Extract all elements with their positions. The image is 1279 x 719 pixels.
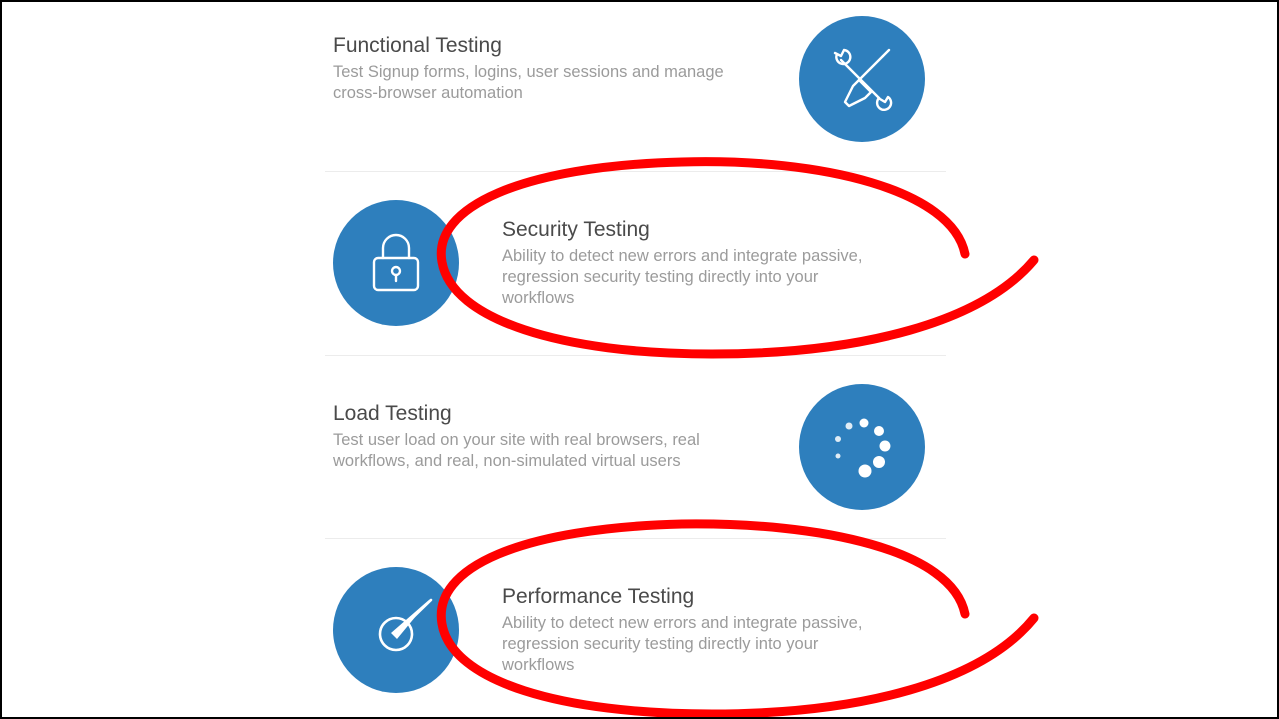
speedometer-icon: [333, 567, 459, 693]
feature-description: Ability to detect new errors and integra…: [502, 614, 863, 674]
feature-title: Load Testing: [333, 402, 452, 425]
tools-icon: [799, 16, 925, 142]
feature-title: Performance Testing: [502, 585, 695, 608]
annotation-overlay: [436, 157, 1039, 717]
divider: [325, 538, 946, 539]
divider: [325, 355, 946, 356]
loading-spinner-icon: [799, 384, 925, 510]
feature-description: Test user load on your site with real br…: [333, 431, 700, 470]
feature-description: Ability to detect new errors and integra…: [502, 247, 863, 307]
feature-title: Security Testing: [502, 218, 650, 241]
divider: [325, 171, 946, 172]
feature-title: Functional Testing: [333, 34, 502, 57]
feature-list: Functional Testing Test Signup forms, lo…: [0, 0, 1279, 719]
lock-icon: [333, 200, 459, 326]
feature-description: Test Signup forms, logins, user sessions…: [333, 63, 724, 102]
